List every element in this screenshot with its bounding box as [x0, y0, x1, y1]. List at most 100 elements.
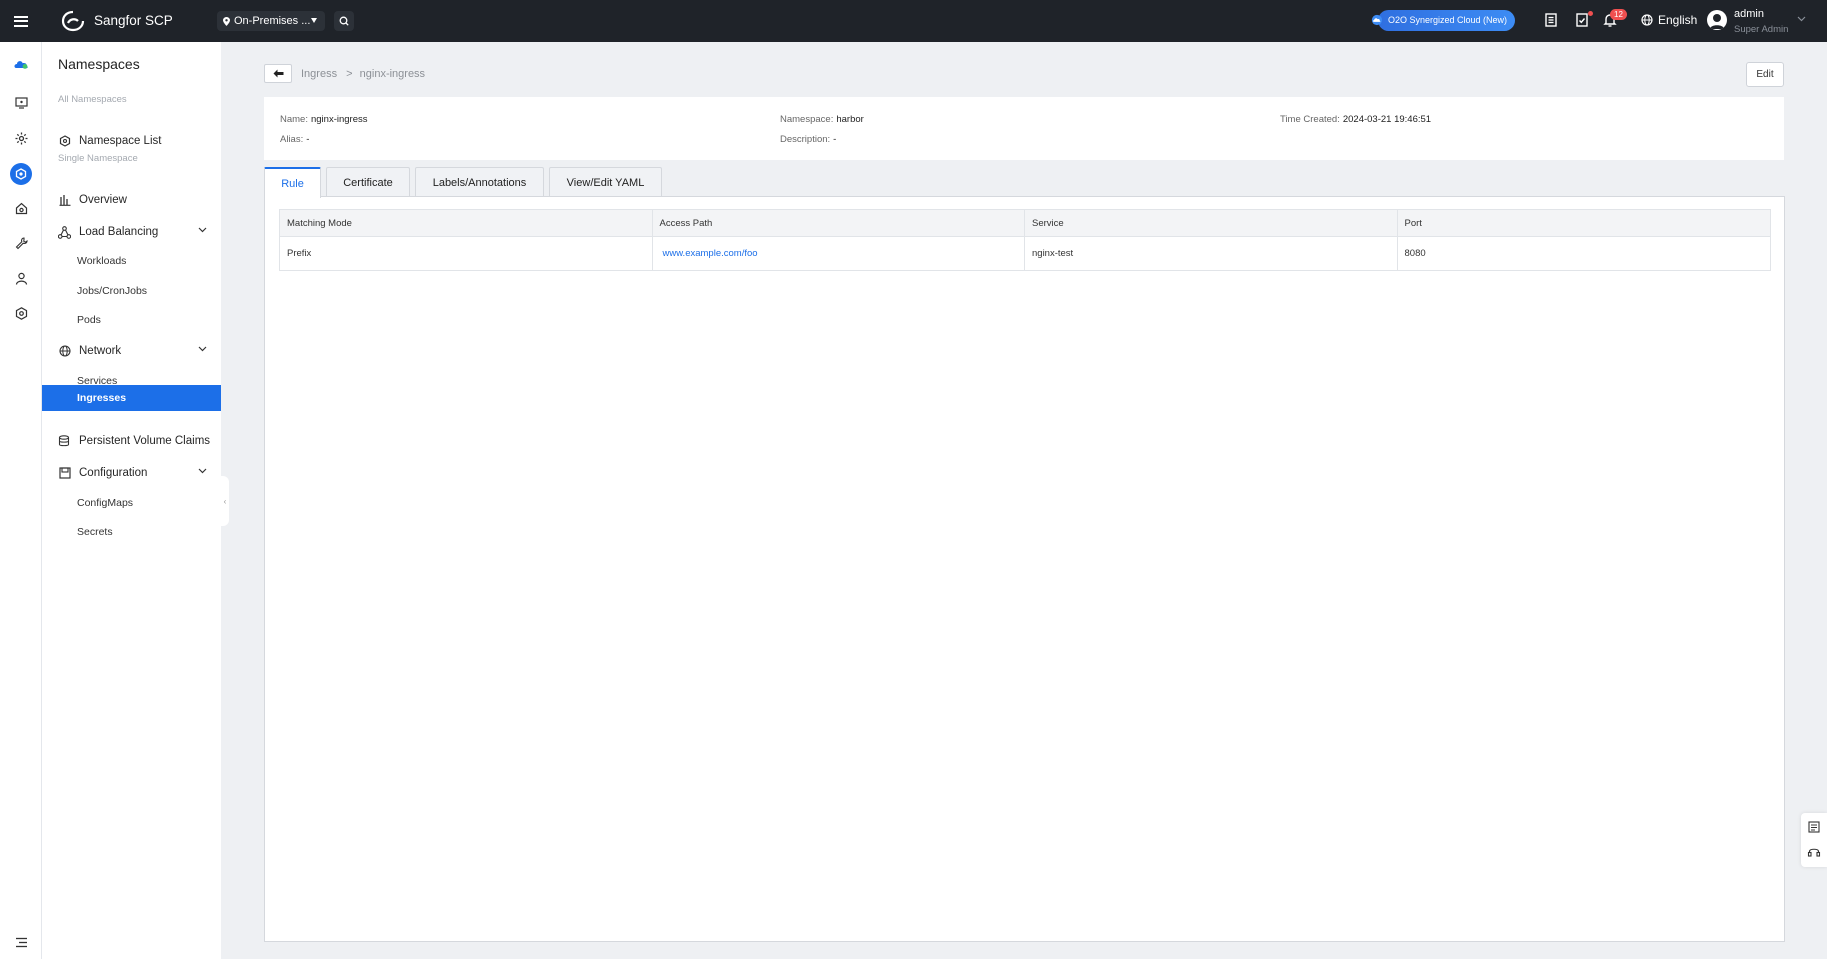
rail-system[interactable] — [13, 305, 29, 321]
info-namespace: Namespace: harbor — [780, 114, 864, 125]
description-label: Description: — [780, 134, 831, 145]
info-alias: Alias: - — [280, 134, 309, 145]
top-bar: Sangfor SCP On-Premises ... O2O Synergiz… — [0, 0, 1827, 42]
rail-workshop[interactable] — [13, 200, 29, 216]
breadcrumb-current: nginx-ingress — [359, 68, 426, 80]
tab-labels-annotations[interactable]: Labels/Annotations — [415, 167, 544, 197]
side-navigation: Namespaces All Namespaces Namespace List… — [42, 42, 221, 959]
sidebar-item-label: Load Balancing — [79, 226, 159, 238]
language-label: English — [1658, 13, 1698, 27]
language-selector[interactable]: English — [1641, 13, 1697, 27]
gear-icon — [15, 132, 27, 144]
name-label: Name: — [280, 114, 308, 125]
column-header-matching-mode: Matching Mode — [280, 210, 653, 236]
chevron-down-icon — [198, 346, 207, 352]
ingress-info-card: Name: nginx-ingress Alias: - Namespace: har… — [264, 97, 1784, 160]
cloud-icon — [14, 61, 28, 69]
person-icon — [15, 272, 27, 285]
hexagon-icon — [15, 306, 27, 320]
rule-panel: Matching Mode Access Path Service Port P… — [264, 196, 1785, 942]
user-avatar-icon[interactable] — [1707, 10, 1727, 30]
tab-view-edit-yaml[interactable]: View/Edit YAML — [549, 167, 662, 197]
rail-settings[interactable] — [13, 130, 29, 146]
wrench-icon — [15, 236, 28, 249]
namespace-icon — [15, 168, 27, 180]
workshop-icon — [15, 202, 27, 214]
group-single-namespace: Single Namespace — [58, 153, 138, 164]
rail-cloud[interactable] — [13, 56, 29, 72]
cell-access-path-link[interactable]: www.example.com/foo — [653, 237, 1025, 270]
o2o-label: O2O Synergized Cloud (New) — [1377, 9, 1515, 31]
rail-tools[interactable] — [13, 235, 29, 251]
column-header-access-path: Access Path — [653, 210, 1025, 236]
chevron-down-icon — [198, 468, 207, 474]
sidebar-item-load-balancing[interactable]: Load Balancing — [42, 219, 221, 245]
sidebar-item-overview[interactable]: Overview — [42, 187, 221, 213]
sidebar-item-pods[interactable]: Pods — [42, 307, 221, 333]
o2o-synergized-cloud-button[interactable]: O2O Synergized Cloud (New) — [1370, 7, 1515, 33]
location-label: On-Premises ... — [234, 15, 311, 27]
globe-icon — [58, 345, 71, 357]
globe-icon — [1641, 14, 1653, 26]
icon-rail — [0, 42, 42, 959]
tab-rule[interactable]: Rule — [264, 167, 321, 198]
sidebar-collapse-handle[interactable]: ‹ — [221, 476, 229, 526]
sidebar-item-namespace-list[interactable]: Namespace List — [42, 128, 221, 154]
edit-button[interactable]: Edit — [1746, 62, 1784, 87]
sidebar-item-configuration[interactable]: Configuration — [42, 460, 221, 486]
headset-icon[interactable] — [1807, 845, 1821, 859]
chevron-down-icon — [198, 227, 207, 233]
monitor-icon — [14, 97, 28, 109]
rules-table: Matching Mode Access Path Service Port P… — [279, 209, 1771, 271]
info-name: Name: nginx-ingress — [280, 114, 367, 125]
group-all-namespaces: All Namespaces — [58, 94, 127, 105]
user-name[interactable]: admin — [1734, 8, 1764, 20]
tab-certificate[interactable]: Certificate — [326, 167, 410, 197]
sidebar-item-secrets[interactable]: Secrets — [42, 519, 221, 545]
menu-button[interactable] — [0, 0, 42, 42]
breadcrumb: Ingress > nginx-ingress — [301, 68, 425, 80]
load-balancing-icon — [58, 225, 71, 239]
collapse-menu-icon — [15, 937, 27, 947]
sidebar-item-workloads[interactable]: Workloads — [42, 248, 221, 274]
sidebar-item-label: Overview — [79, 194, 127, 206]
time-created-label: Time Created: — [1280, 114, 1340, 125]
arrow-left-icon — [273, 69, 283, 78]
back-button[interactable] — [264, 64, 292, 83]
sidebar-item-configmaps[interactable]: ConfigMaps — [42, 490, 221, 516]
floating-toolbar — [1801, 813, 1827, 867]
location-selector[interactable]: On-Premises ... — [217, 11, 325, 31]
rail-collapse[interactable] — [13, 934, 29, 950]
notification-badge: 12 — [1610, 9, 1627, 20]
breadcrumb-separator: > — [346, 68, 353, 80]
task-alert-dot — [1588, 11, 1593, 16]
column-header-service: Service — [1025, 210, 1398, 236]
breadcrumb-parent[interactable]: Ingress — [301, 68, 337, 80]
column-header-port: Port — [1404, 217, 1422, 229]
location-pin-icon — [223, 16, 230, 26]
rail-monitor[interactable] — [13, 95, 29, 111]
name-value: nginx-ingress — [310, 114, 368, 125]
namespace-icon — [59, 135, 70, 147]
sangfor-logo — [61, 10, 85, 32]
cell-matching-mode: Prefix — [280, 237, 653, 270]
namespace-value: harbor — [836, 114, 864, 125]
sidebar-item-network[interactable]: Network — [42, 338, 221, 364]
chevron-down-icon[interactable] — [1797, 16, 1806, 22]
storage-icon — [58, 435, 70, 447]
bar-chart-icon — [59, 195, 70, 206]
rail-users[interactable] — [13, 270, 29, 286]
search-icon — [339, 16, 349, 26]
sidebar-item-label: Network — [79, 345, 122, 357]
document-list-icon[interactable] — [1543, 12, 1559, 28]
search-button[interactable] — [334, 11, 354, 31]
sidebar-item-jobs-cronjobs[interactable]: Jobs/CronJobs — [42, 278, 221, 304]
alias-value: - — [306, 134, 310, 145]
rail-namespaces[interactable] — [10, 163, 32, 185]
description-value: - — [833, 134, 837, 145]
sidebar-item-pvc[interactable]: Persistent Volume Claims — [42, 428, 221, 454]
chevron-down-icon — [311, 18, 317, 23]
document-list-icon[interactable] — [1807, 820, 1821, 834]
sidebar-item-ingresses[interactable]: Ingresses — [42, 385, 221, 411]
menu-icon — [14, 15, 28, 27]
